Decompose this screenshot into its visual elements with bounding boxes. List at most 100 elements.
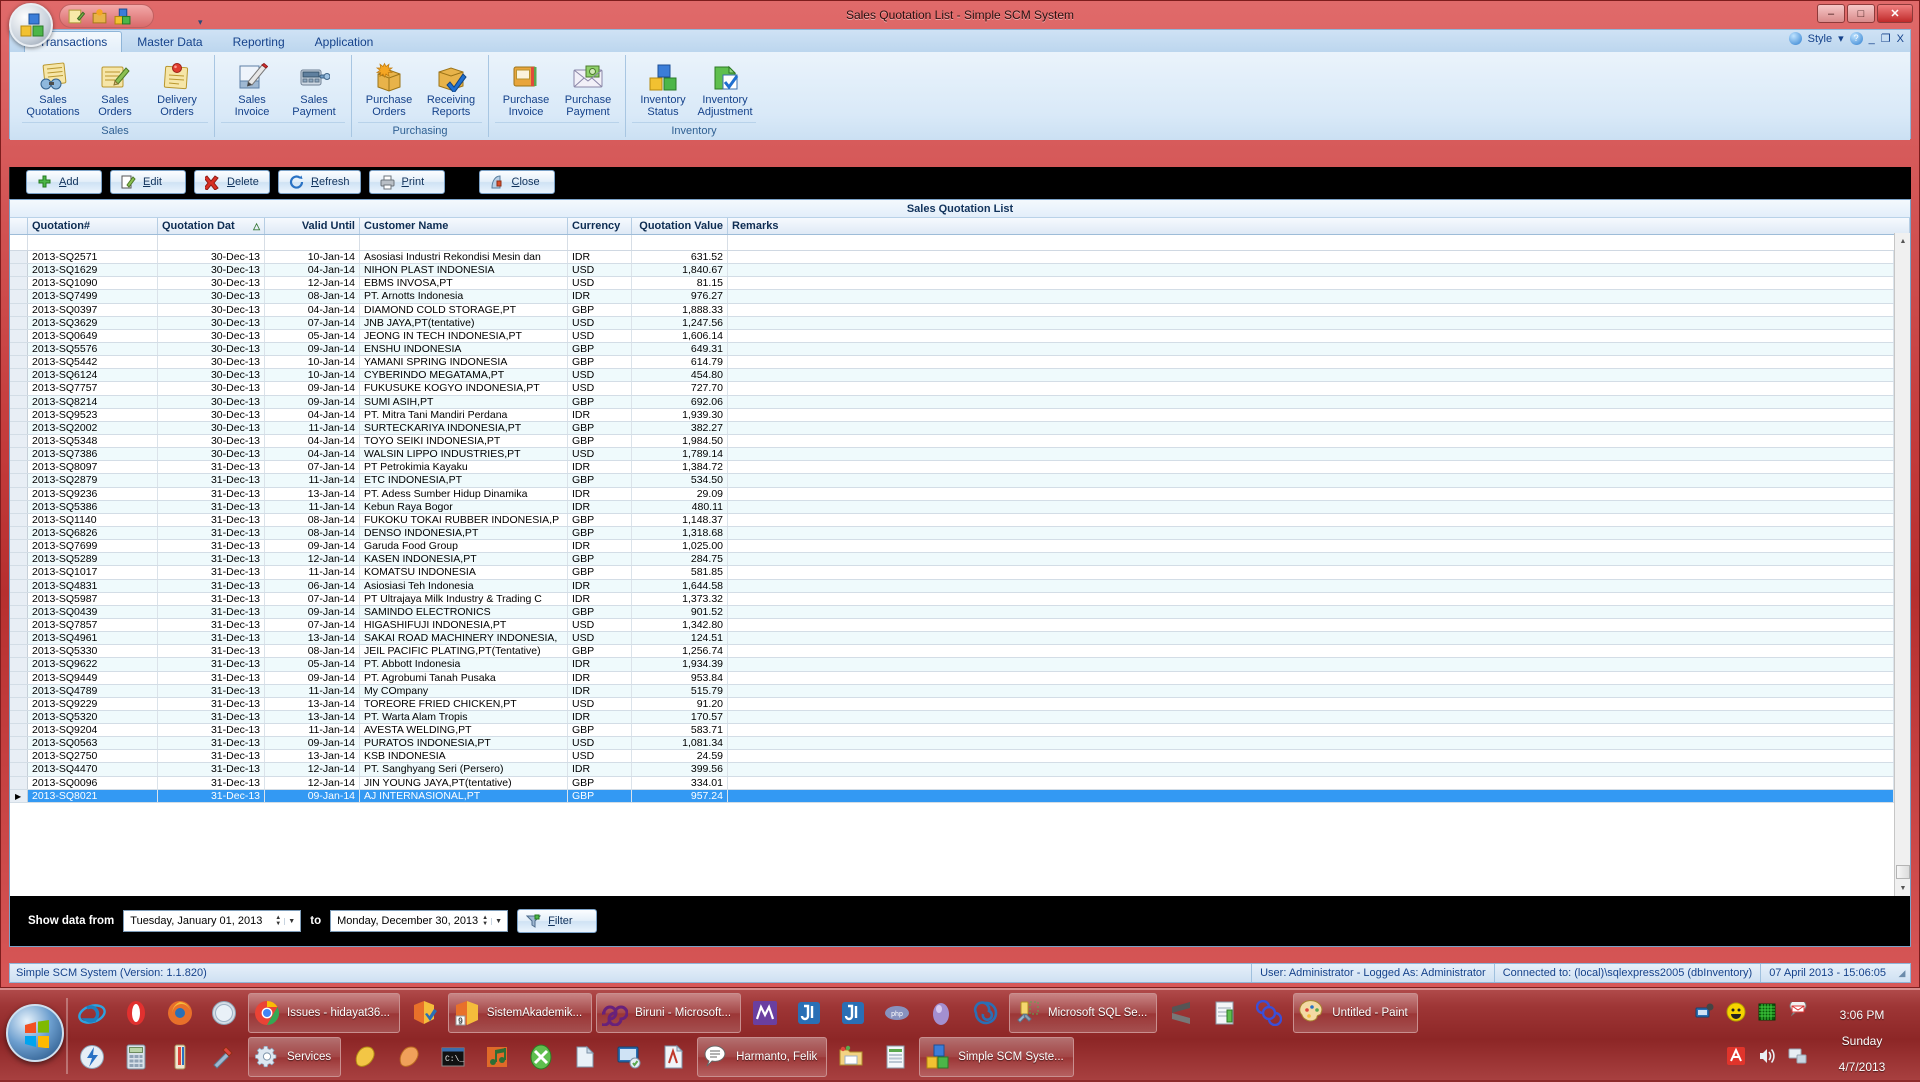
grid-header-quotation-value[interactable]: Quotation Value bbox=[632, 218, 728, 234]
table-row[interactable]: 2013-SQ922931-Dec-1313-Jan-14TOREORE FRI… bbox=[10, 698, 1894, 711]
calculator-icon[interactable] bbox=[116, 1037, 156, 1077]
date-from-dropdown-icon[interactable]: ▼ bbox=[284, 918, 298, 925]
ribbon-item-inventory-status[interactable]: Inventory Status bbox=[632, 57, 694, 118]
tab-reporting[interactable]: Reporting bbox=[218, 31, 300, 52]
filter-cell-quotation-no[interactable] bbox=[28, 235, 158, 250]
pdf-viewer-icon[interactable] bbox=[565, 1037, 605, 1077]
table-row[interactable]: 2013-SQ528931-Dec-1312-Jan-14KASEN INDON… bbox=[10, 553, 1894, 566]
ribbon-item-sales-payment[interactable]: Sales Payment bbox=[283, 57, 345, 118]
filter-cell-valid-until[interactable] bbox=[265, 235, 360, 250]
print-button[interactable]: Print bbox=[369, 170, 445, 194]
date-to-spinner[interactable]: ▲▼ bbox=[479, 915, 491, 927]
mdi-restore-button[interactable]: ❐ bbox=[1881, 32, 1891, 45]
network-monitor-tray-icon[interactable] bbox=[1695, 1002, 1715, 1022]
table-row[interactable]: 2013-SQ923631-Dec-1313-Jan-14PT. Adess S… bbox=[10, 488, 1894, 501]
table-row[interactable]: 2013-SQ612430-Dec-1310-Jan-14CYBERINDO M… bbox=[10, 369, 1894, 382]
table-row[interactable]: 2013-SQ483131-Dec-1306-Jan-14Asiosiasi T… bbox=[10, 580, 1894, 593]
minimize-button[interactable]: – bbox=[1817, 4, 1845, 23]
table-row[interactable]: 2013-SQ785731-Dec-1307-Jan-14HIGASHIFUJI… bbox=[10, 619, 1894, 632]
table-row[interactable]: 2013-SQ534830-Dec-1304-Jan-14TOYO SEIKI … bbox=[10, 435, 1894, 448]
jdownloader-icon[interactable] bbox=[789, 993, 829, 1033]
folder-icon[interactable] bbox=[831, 1037, 871, 1077]
table-row[interactable]: 2013-SQ287931-Dec-1311-Jan-14ETC INDONES… bbox=[10, 474, 1894, 487]
grid-header-currency[interactable]: Currency bbox=[568, 218, 632, 234]
daemon-icon[interactable] bbox=[72, 1037, 112, 1077]
opera-icon[interactable] bbox=[116, 993, 156, 1033]
table-row[interactable]: 2013-SQ749930-Dec-1308-Jan-14PT. Arnotts… bbox=[10, 290, 1894, 303]
filter-cell-customer-name[interactable] bbox=[360, 235, 568, 250]
mdi-close-button[interactable]: X bbox=[1897, 33, 1904, 45]
taskbar-item-services[interactable]: Services bbox=[248, 1037, 341, 1077]
knot-icon[interactable] bbox=[1249, 993, 1289, 1033]
gmail-notifier-tray-icon[interactable] bbox=[1788, 1002, 1808, 1022]
ribbon-item-sales-orders[interactable]: Sales Orders bbox=[84, 57, 146, 118]
table-row[interactable]: 2013-SQ944931-Dec-1309-Jan-14PT. Agrobum… bbox=[10, 672, 1894, 685]
table-row[interactable]: 2013-SQ056331-Dec-1309-Jan-14PURATOS IND… bbox=[10, 737, 1894, 750]
filter-cell-quotation-date[interactable] bbox=[158, 235, 265, 250]
table-row[interactable]: 2013-SQ598731-Dec-1307-Jan-14PT Ultrajay… bbox=[10, 593, 1894, 606]
filter-cell-quotation-value[interactable] bbox=[632, 235, 728, 250]
mdi-minimize-button[interactable]: _ bbox=[1869, 33, 1875, 45]
scrollbar-thumb[interactable] bbox=[1896, 865, 1910, 879]
taskbar-item-paint[interactable]: Untitled - Paint bbox=[1293, 993, 1417, 1033]
table-row[interactable]: 2013-SQ496131-Dec-1313-Jan-14SAKAI ROAD … bbox=[10, 632, 1894, 645]
grid-header-customer-name[interactable]: Customer Name bbox=[360, 218, 568, 234]
table-row[interactable]: 2013-SQ544230-Dec-1310-Jan-14YAMANI SPRI… bbox=[10, 356, 1894, 369]
table-row[interactable]: 2013-SQ952330-Dec-1304-Jan-14PT. Mitra T… bbox=[10, 409, 1894, 422]
acrobat-icon[interactable] bbox=[653, 1037, 693, 1077]
filter-cell-currency[interactable] bbox=[568, 235, 632, 250]
notepad-icon[interactable] bbox=[1205, 993, 1245, 1033]
close-button[interactable]: ✕ bbox=[1877, 4, 1913, 23]
refresh-button[interactable]: Refresh bbox=[278, 170, 361, 194]
taskbar-item-chrome[interactable]: Issues - hidayat36... bbox=[248, 993, 400, 1033]
ie-icon[interactable] bbox=[72, 993, 112, 1033]
table-row[interactable]: 2013-SQ478931-Dec-1311-Jan-14My COmpanyI… bbox=[10, 685, 1894, 698]
spreadsheet-icon[interactable] bbox=[875, 1037, 915, 1077]
table-row[interactable]: 2013-SQ109030-Dec-1312-Jan-14EBMS INVOSA… bbox=[10, 277, 1894, 290]
ribbon-item-sales-invoice[interactable]: Sales Invoice bbox=[221, 57, 283, 118]
table-row[interactable]: 2013-SQ200230-Dec-1311-Jan-14SURTECKARIY… bbox=[10, 422, 1894, 435]
table-row[interactable]: 2013-SQ533031-Dec-1308-Jan-14JEIL PACIFI… bbox=[10, 645, 1894, 658]
taskbar-item-sqlserver[interactable]: Microsoft SQL Se... bbox=[1009, 993, 1157, 1033]
table-row[interactable]: 2013-SQ447031-Dec-1312-Jan-14PT. Sanghya… bbox=[10, 763, 1894, 776]
table-row[interactable]: 2013-SQ775730-Dec-1309-Jan-14FUKUSUKE KO… bbox=[10, 382, 1894, 395]
add-button[interactable]: Add bbox=[26, 170, 102, 194]
grid-body[interactable]: 2013-SQ257130-Dec-1310-Jan-14Asosiasi In… bbox=[10, 251, 1894, 896]
edit-button[interactable]: Edit bbox=[110, 170, 186, 194]
volume-tray-icon[interactable] bbox=[1757, 1046, 1777, 1066]
table-row[interactable]: 2013-SQ802131-Dec-1309-Jan-14AJ INTERNAS… bbox=[10, 790, 1894, 803]
resize-grip-icon[interactable]: ◢ bbox=[1894, 968, 1910, 979]
ribbon-item-delivery-orders[interactable]: Delivery Orders bbox=[146, 57, 208, 118]
avira-tray-icon[interactable] bbox=[1726, 1046, 1746, 1066]
firefox-shield-icon[interactable] bbox=[404, 993, 444, 1033]
table-row[interactable]: 2013-SQ821430-Dec-1309-Jan-14SUMI ASIH,P… bbox=[10, 396, 1894, 409]
taskbar-item-sistemakademik[interactable]: 9 SistemAkademik... bbox=[448, 993, 592, 1033]
command-prompt-icon[interactable]: C:\_ bbox=[433, 1037, 473, 1077]
table-row[interactable]: 2013-SQ043931-Dec-1309-Jan-14SAMINDO ELE… bbox=[10, 606, 1894, 619]
firefox-icon[interactable] bbox=[160, 993, 200, 1033]
table-row[interactable]: 2013-SQ064930-Dec-1305-Jan-14JEONG IN TE… bbox=[10, 330, 1894, 343]
ribbon-item-purchase-orders[interactable]: Purchase Orders bbox=[358, 57, 420, 118]
scroll-up-arrow-icon[interactable]: ▲ bbox=[1895, 233, 1911, 249]
safari-icon[interactable] bbox=[204, 993, 244, 1033]
php-icon[interactable]: php bbox=[877, 993, 917, 1033]
date-to-picker[interactable]: Monday, December 30, 2013 ▲▼ ▼ bbox=[330, 910, 508, 932]
close-form-button[interactable]: Close bbox=[479, 170, 555, 194]
date-from-picker[interactable]: Tuesday, January 01, 2013 ▲▼ ▼ bbox=[123, 910, 301, 932]
smiley-tray-icon[interactable] bbox=[1726, 1002, 1746, 1022]
ribbon-item-receiving-reports[interactable]: Receiving Reports bbox=[420, 57, 482, 118]
help-button[interactable]: ? bbox=[1850, 32, 1863, 45]
table-row[interactable]: 2013-SQ738630-Dec-1304-Jan-14WALSIN LIPP… bbox=[10, 448, 1894, 461]
tools-icon[interactable] bbox=[204, 1037, 244, 1077]
style-caret-icon[interactable]: ▾ bbox=[1838, 32, 1844, 45]
table-row[interactable]: 2013-SQ114031-Dec-1308-Jan-14FUKOKU TOKA… bbox=[10, 514, 1894, 527]
table-row[interactable]: 2013-SQ257130-Dec-1310-Jan-14Asosiasi In… bbox=[10, 251, 1894, 264]
delete-button[interactable]: Delete bbox=[194, 170, 270, 194]
ribbon-item-sales-quotations[interactable]: Sales Quotations bbox=[22, 57, 84, 118]
table-row[interactable]: 2013-SQ809731-Dec-1307-Jan-14PT Petrokim… bbox=[10, 461, 1894, 474]
ribbon-item-purchase-payment[interactable]: Purchase Payment bbox=[557, 57, 619, 118]
grid-header-valid-until[interactable]: Valid Until bbox=[265, 218, 360, 234]
mathtype-icon[interactable] bbox=[745, 993, 785, 1033]
table-row[interactable]: 2013-SQ538631-Dec-1311-Jan-14Kebun Raya … bbox=[10, 501, 1894, 514]
spiral-icon[interactable] bbox=[965, 993, 1005, 1033]
